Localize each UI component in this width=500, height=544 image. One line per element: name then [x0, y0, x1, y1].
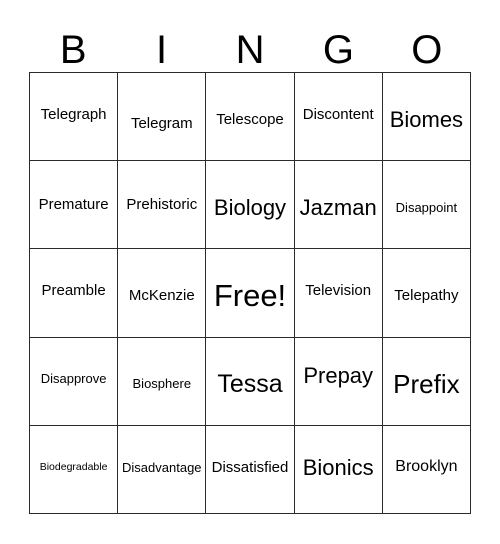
bingo-cell-label: Television — [305, 282, 372, 300]
bingo-cell[interactable]: Premature — [30, 161, 119, 250]
bingo-cell[interactable]: Biodegradable — [30, 425, 119, 514]
bingo-cell[interactable]: Biomes — [382, 73, 471, 162]
bingo-card: B I N G O Telegraph Telegram Telescope D… — [0, 0, 500, 544]
bingo-cell[interactable]: Telegram — [118, 73, 207, 162]
bingo-cell[interactable]: Dissatisfied — [206, 425, 295, 514]
bingo-cell-label: Biosphere — [132, 376, 192, 392]
bingo-cell-label: Prehistoric — [126, 195, 198, 213]
bingo-cell-label: McKenzie — [128, 287, 195, 305]
bingo-cell[interactable]: Jazman — [294, 161, 383, 250]
bingo-cell-label: Prefix — [393, 368, 460, 399]
bingo-cell[interactable]: Telegraph — [30, 73, 119, 162]
bingo-free-space-label: Free! — [213, 277, 287, 313]
bingo-cell[interactable]: Bionics — [294, 425, 383, 514]
bingo-cell-label: Disappoint — [395, 199, 458, 215]
bingo-cell[interactable]: McKenzie — [118, 249, 207, 338]
bingo-cell-label: Bionics — [302, 454, 374, 480]
bingo-cell-label: Biology — [213, 195, 287, 221]
bingo-cell[interactable]: Discontent — [294, 73, 383, 162]
bingo-cell[interactable]: Prehistoric — [118, 161, 207, 250]
bingo-cell[interactable]: Biology — [206, 161, 295, 250]
bingo-cell[interactable]: Television — [294, 249, 383, 338]
bingo-cell[interactable]: Tessa — [206, 337, 295, 426]
bingo-cell-label: Telepathy — [394, 287, 459, 305]
bingo-cell-label: Biomes — [389, 107, 464, 133]
bingo-free-space[interactable]: Free! — [206, 249, 295, 338]
bingo-cell-label: Biodegradable — [39, 460, 108, 473]
bingo-cell-label: Preamble — [41, 282, 106, 300]
bingo-cell[interactable]: Biosphere — [118, 337, 207, 426]
header-letter-b: B — [59, 28, 87, 72]
bingo-cell[interactable]: Disapprove — [30, 337, 119, 426]
bingo-cell-label: Telegram — [130, 114, 193, 132]
bingo-cell-label: Brooklyn — [395, 457, 458, 475]
bingo-cell-label: Prepay — [303, 362, 374, 388]
bingo-cell[interactable]: Disappoint — [382, 161, 471, 250]
bingo-grid: Telegraph Telegram Telescope Discontent … — [29, 72, 471, 514]
header-letter-o: O — [411, 28, 443, 72]
bingo-cell-label: Disadvantage — [122, 459, 202, 475]
bingo-cell[interactable]: Disadvantage — [118, 425, 207, 514]
bingo-cell[interactable]: Preamble — [30, 249, 119, 338]
bingo-cell-label: Jazman — [299, 195, 377, 221]
bingo-cell[interactable]: Telepathy — [382, 249, 471, 338]
bingo-cell[interactable]: Prepay — [294, 337, 383, 426]
bingo-cell-label: Dissatisfied — [211, 458, 289, 476]
bingo-cell-label: Discontent — [302, 105, 374, 123]
header-letter-n: N — [235, 28, 265, 72]
bingo-cell[interactable]: Telescope — [206, 73, 295, 162]
bingo-cell-label: Tessa — [217, 370, 283, 399]
bingo-cell-label: Premature — [38, 195, 109, 213]
header-letter-g: G — [322, 28, 354, 72]
bingo-cell-label: Telescope — [216, 110, 284, 128]
bingo-cell[interactable]: Prefix — [382, 337, 471, 426]
header-letter-i: I — [156, 28, 168, 72]
bingo-cell-label: Telegraph — [40, 105, 107, 123]
bingo-cell[interactable]: Brooklyn — [382, 425, 471, 514]
bingo-cell-label: Disapprove — [40, 371, 107, 387]
bingo-header-row: B I N G O — [29, 16, 471, 72]
